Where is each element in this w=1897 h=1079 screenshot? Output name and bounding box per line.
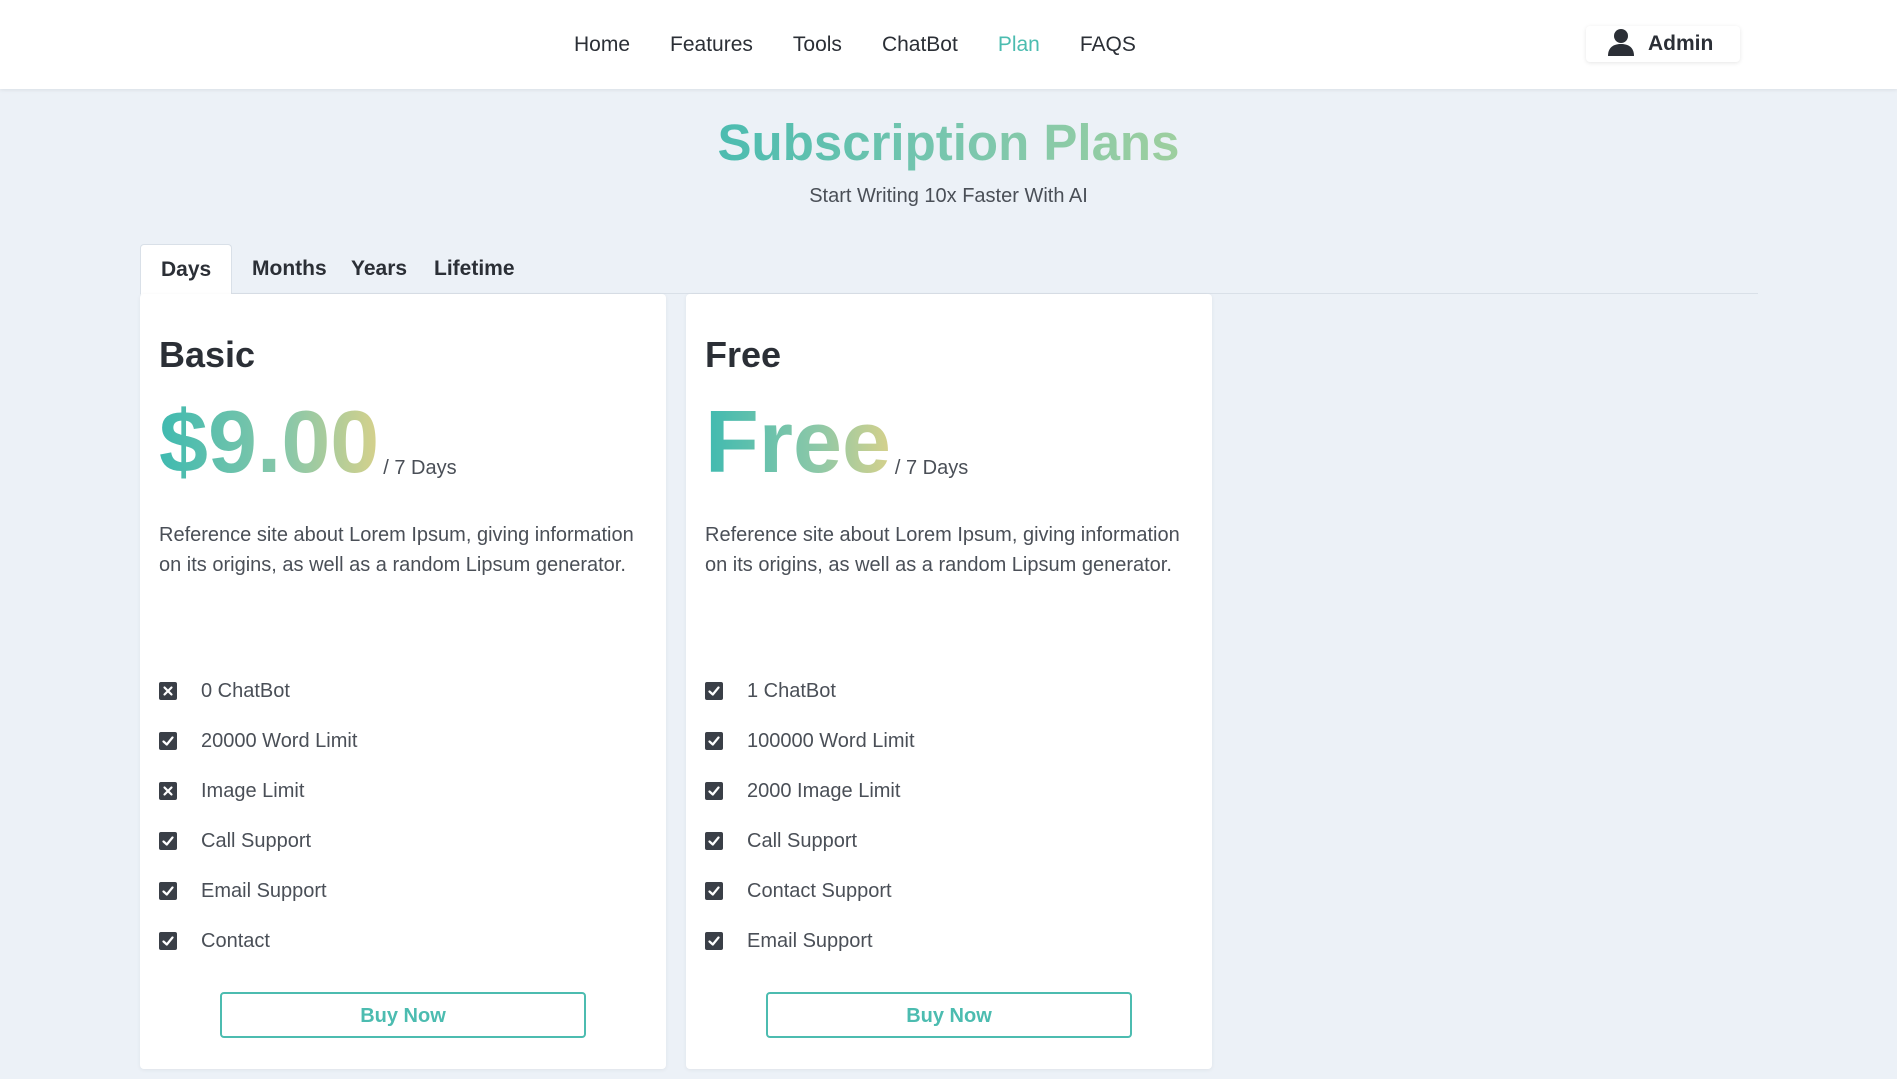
tab-months[interactable]: Months	[232, 244, 347, 294]
tab-years[interactable]: Years	[331, 244, 427, 294]
check-square-icon	[705, 682, 723, 700]
feature-label: 20000 Word Limit	[201, 729, 358, 752]
buy-now-button[interactable]: Buy Now	[220, 992, 586, 1038]
feature-item: Contact	[159, 916, 357, 966]
feature-item: Email Support	[705, 916, 915, 966]
feature-item: 20000 Word Limit	[159, 716, 357, 766]
feature-list: 0 ChatBot 20000 Word Limit Image Limit C…	[159, 666, 357, 966]
nav-chatbot[interactable]: ChatBot	[882, 31, 958, 59]
user-icon	[1606, 27, 1636, 62]
check-square-icon	[705, 832, 723, 850]
user-name: Admin	[1648, 32, 1714, 55]
plan-card-free: Free Free / 7 Days Reference site about …	[686, 294, 1212, 1069]
feature-item: 1 ChatBot	[705, 666, 915, 716]
feature-item: 2000 Image Limit	[705, 766, 915, 816]
buy-now-button[interactable]: Buy Now	[766, 992, 1132, 1038]
check-square-icon	[159, 882, 177, 900]
tab-lifetime[interactable]: Lifetime	[414, 244, 535, 294]
feature-label: 0 ChatBot	[201, 679, 290, 702]
plan-description: Reference site about Lorem Ipsum, giving…	[159, 524, 634, 576]
page-subtitle: Start Writing 10x Faster With AI	[809, 185, 1088, 207]
check-square-icon	[705, 932, 723, 950]
price-row: Free / 7 Days	[705, 394, 968, 490]
check-square-icon	[159, 832, 177, 850]
plan-description: Reference site about Lorem Ipsum, giving…	[705, 524, 1180, 576]
feature-item: Email Support	[159, 866, 357, 916]
tab-days[interactable]: Days	[140, 244, 233, 295]
period-tabs: Days Months Years Lifetime	[140, 244, 1758, 295]
check-square-icon	[705, 882, 723, 900]
price-row: $9.00 / 7 Days	[159, 394, 457, 490]
feature-label: Image Limit	[201, 779, 305, 802]
plan-price: Free	[705, 392, 891, 491]
x-square-icon	[159, 782, 177, 800]
feature-label: Call Support	[201, 829, 312, 852]
feature-label: Call Support	[747, 829, 858, 852]
nav-plan[interactable]: Plan	[998, 31, 1040, 59]
nav-tools[interactable]: Tools	[793, 31, 842, 59]
feature-item: Call Support	[705, 816, 915, 866]
page-title: Subscription Plans	[718, 112, 1180, 174]
plan-period: / 7 Days	[383, 457, 457, 479]
feature-label: Email Support	[201, 879, 327, 902]
feature-label: Contact Support	[747, 879, 892, 902]
check-square-icon	[705, 732, 723, 750]
feature-label: 2000 Image Limit	[747, 779, 901, 802]
plan-name: Free	[705, 334, 782, 375]
plan-name: Basic	[159, 334, 256, 375]
check-square-icon	[159, 732, 177, 750]
plan-price: $9.00	[159, 392, 380, 491]
feature-item: 100000 Word Limit	[705, 716, 915, 766]
top-navbar: Home Features Tools ChatBot Plan FAQS Ad…	[0, 0, 1897, 89]
feature-label: Contact	[201, 929, 270, 952]
nav-faqs[interactable]: FAQS	[1080, 31, 1136, 59]
nav-features[interactable]: Features	[670, 31, 753, 59]
feature-label: 100000 Word Limit	[747, 729, 915, 752]
feature-item: Contact Support	[705, 866, 915, 916]
plan-period: / 7 Days	[894, 457, 969, 479]
x-square-icon	[159, 682, 177, 700]
feature-item: Call Support	[159, 816, 357, 866]
user-menu-button[interactable]: Admin	[1586, 26, 1740, 62]
check-square-icon	[159, 932, 177, 950]
feature-item: 0 ChatBot	[159, 666, 357, 716]
check-square-icon	[705, 782, 723, 800]
feature-item: Image Limit	[159, 766, 357, 816]
feature-label: Email Support	[747, 929, 873, 952]
main-nav: Home Features Tools ChatBot Plan FAQS	[574, 31, 1176, 59]
nav-home[interactable]: Home	[574, 31, 630, 59]
plan-card-basic: Basic $9.00 / 7 Days Reference site abou…	[140, 294, 666, 1069]
feature-label: 1 ChatBot	[747, 679, 836, 702]
feature-list: 1 ChatBot 100000 Word Limit 2000 Image L…	[705, 666, 915, 966]
